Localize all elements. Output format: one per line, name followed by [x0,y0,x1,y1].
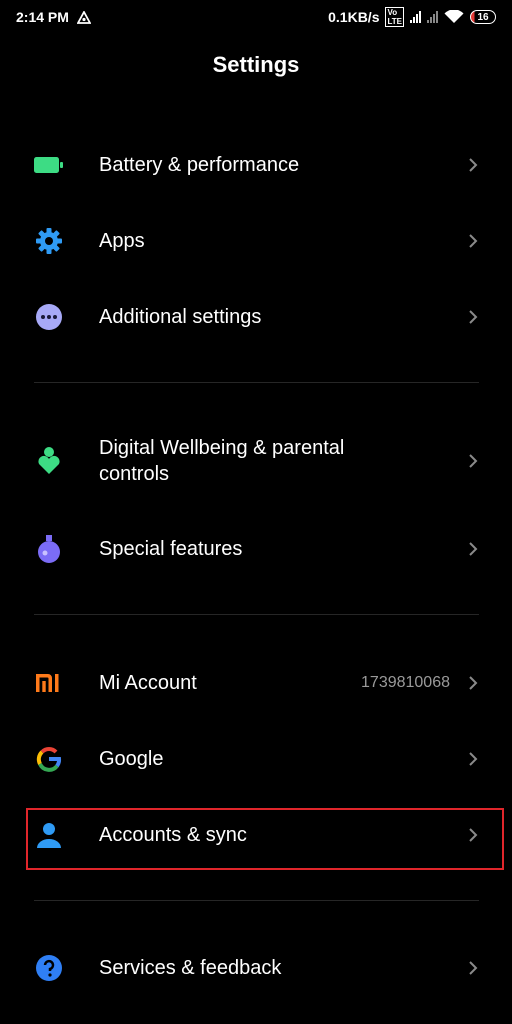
chevron-right-icon [466,673,480,693]
chevron-right-icon [466,958,480,978]
chevron-right-icon [466,231,480,251]
section-divider [34,382,479,383]
battery-icon [34,150,64,180]
page-title: Settings [212,52,300,77]
section-divider [34,900,479,901]
mi-logo-icon [34,668,64,698]
network-speed: 0.1KB/s [328,9,380,25]
battery-status-icon: 16 [470,10,496,24]
settings-item-additional-settings[interactable]: Additional settings [0,282,512,352]
settings-item-google[interactable]: Google [0,724,512,794]
volte-icon: Vo LTE [385,7,404,27]
chevron-right-icon [466,307,480,327]
mi-account-id: 1739810068 [361,674,450,691]
gear-icon [34,226,64,256]
settings-item-digital-wellbeing[interactable]: Digital Wellbeing & parental controls [0,426,512,496]
google-icon [34,744,64,774]
settings-item-apps[interactable]: Apps [0,206,512,276]
settings-item-label: Google [99,748,164,770]
settings-item-label: Special features [99,538,243,560]
settings-item-battery-performance[interactable]: Battery & performance [0,130,512,200]
chevron-right-icon [466,451,480,471]
flask-icon [34,534,64,564]
settings-item-label: Additional settings [99,306,262,328]
battery-level: 16 [477,11,489,23]
chevron-right-icon [466,749,480,769]
settings-item-services-feedback[interactable]: Services & feedback [0,933,512,1003]
more-dots-icon [34,302,64,332]
settings-item-mi-account[interactable]: Mi Account 1739810068 [0,648,512,718]
drive-mode-icon [76,10,91,24]
chevron-right-icon [466,155,480,175]
highlight-box [26,808,504,870]
settings-item-label: Digital Wellbeing & parental [99,437,345,459]
status-time: 2:14 PM [16,9,69,25]
settings-item-label: Battery & performance [99,154,300,176]
settings-item-label-line2: controls [99,463,170,485]
wifi-icon [444,10,464,23]
section-divider [34,614,479,615]
settings-item-label: Services & feedback [99,957,282,979]
wellbeing-icon [34,446,64,476]
settings-item-special-features[interactable]: Special features [0,514,512,584]
settings-item-label: Mi Account [99,672,197,694]
signal-sim2-icon [427,11,438,23]
signal-icon [410,11,421,23]
settings-item-label: Apps [99,230,145,252]
status-bar: 2:14 PM 0.1KB/s Vo LTE 16 [0,0,512,34]
chevron-right-icon [466,539,480,559]
help-icon [34,953,64,983]
